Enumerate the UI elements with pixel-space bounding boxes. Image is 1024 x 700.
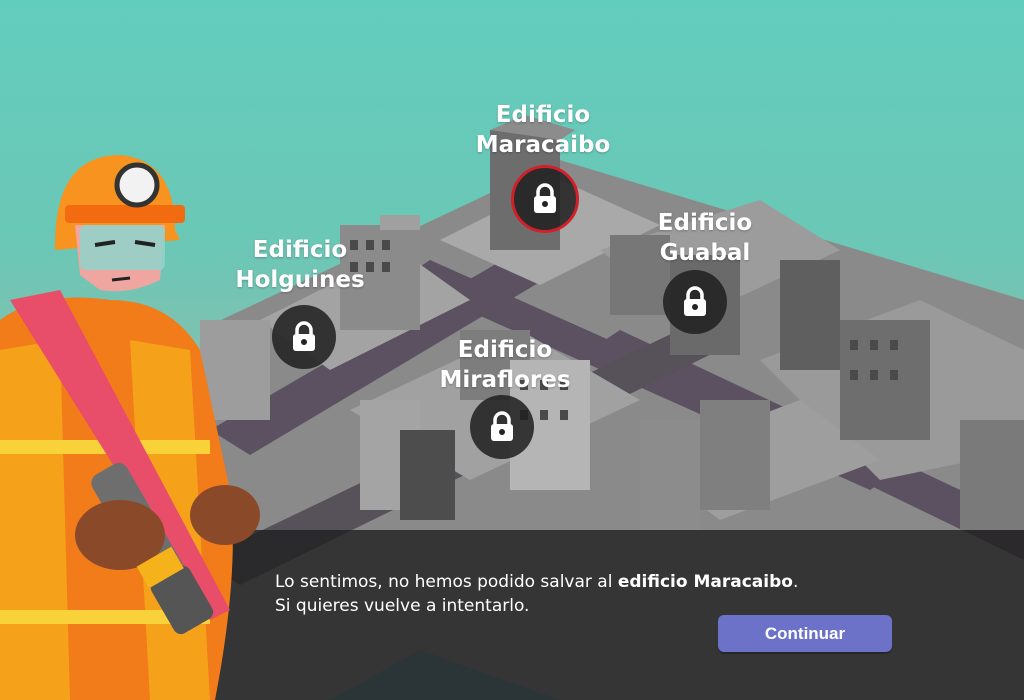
message-line-1: Lo sentimos, no hemos podido salvar al e… [275,570,895,594]
label-line: Edificio [457,337,553,363]
building-label-guabal: Edificio Guabal [640,208,770,268]
message-period: . [792,572,799,592]
building-name-emphasis: edificio Maracaibo [617,572,793,592]
message-text: Lo sentimos, no hemos podido salvar al [275,572,618,592]
label-line: Maracaibo [475,132,611,158]
lock-icon [293,321,315,351]
label-line: Edificio [657,210,753,236]
building-label-miraflores: Edificio Miraflores [430,335,580,395]
building-lock-miraflores[interactable] [470,395,534,459]
firefighter-character [0,155,260,700]
lock-icon [491,411,513,441]
label-line: Miraflores [439,367,571,393]
label-line: Guabal [659,240,751,266]
failure-message: Lo sentimos, no hemos podido salvar al e… [275,570,895,618]
lock-icon [684,286,706,316]
building-lock-guabal[interactable] [663,270,727,334]
lock-icon [534,183,556,213]
continue-button[interactable]: Continuar [718,615,892,652]
label-line: Edificio [495,102,591,128]
building-label-maracaibo: Edificio Maracaibo [468,100,618,160]
building-lock-maracaibo[interactable] [511,165,579,233]
